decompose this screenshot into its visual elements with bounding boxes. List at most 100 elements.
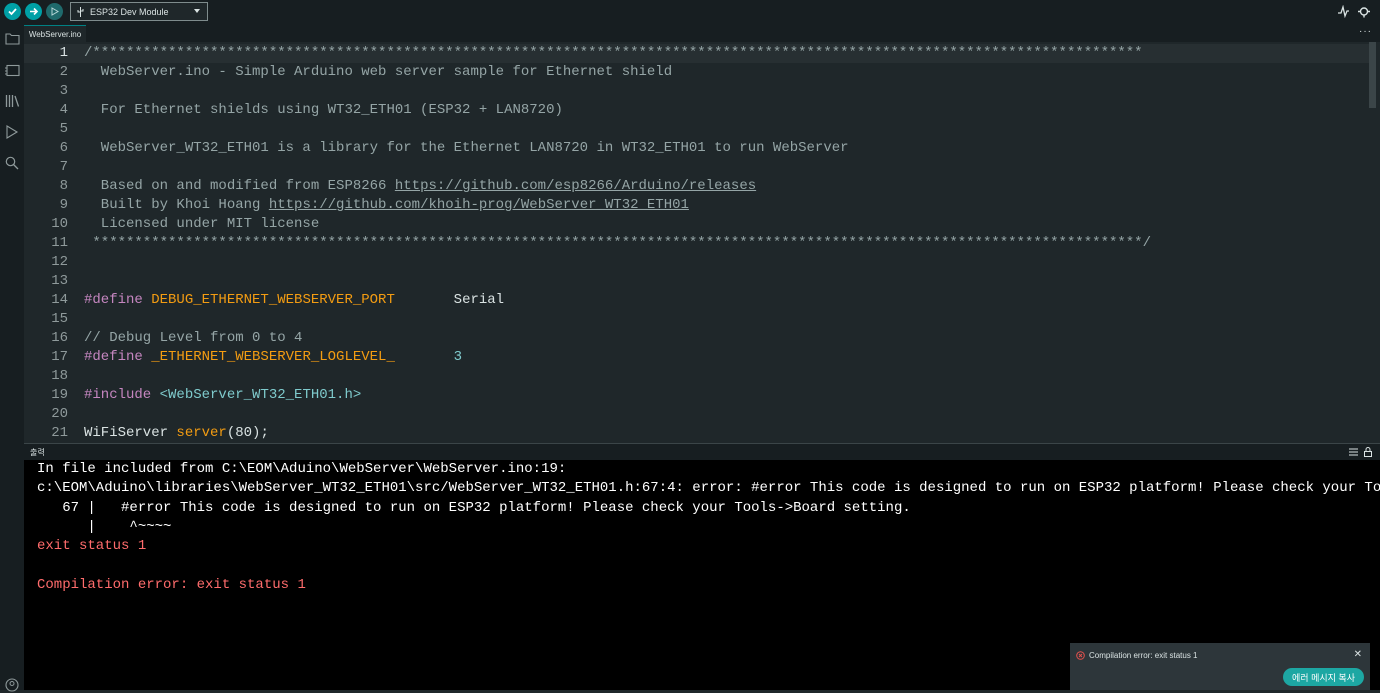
code-line[interactable]: 3 bbox=[24, 82, 1369, 101]
debug-sidebar-button[interactable] bbox=[4, 124, 20, 140]
code-text: Built by Khoi Hoang https://github.com/k… bbox=[84, 196, 689, 215]
line-number: 14 bbox=[51, 292, 68, 308]
sketchbook-button[interactable] bbox=[4, 30, 20, 46]
library-manager-button[interactable] bbox=[4, 93, 20, 109]
usb-icon bbox=[77, 6, 84, 17]
code-token: Licensed under MIT license bbox=[84, 216, 320, 232]
code-token: <WebServer_WT32_ETH01.h> bbox=[159, 387, 362, 403]
debug-button[interactable] bbox=[46, 3, 63, 20]
code-line[interactable]: 14 #define DEBUG_ETHERNET_WEBSERVER_PORT … bbox=[24, 291, 1369, 310]
code-line[interactable]: 21 WiFiServer server(80); bbox=[24, 424, 1369, 441]
upload-button[interactable] bbox=[25, 3, 42, 20]
code-line[interactable]: 10 Licensed under MIT license bbox=[24, 215, 1369, 234]
line-number: 12 bbox=[51, 254, 68, 270]
line-number: 16 bbox=[51, 330, 68, 346]
code-line[interactable]: 20 bbox=[24, 405, 1369, 424]
code-line[interactable]: 12 bbox=[24, 253, 1369, 272]
line-number: 4 bbox=[59, 102, 68, 118]
search-button[interactable] bbox=[4, 155, 20, 171]
code-line[interactable]: 9 Built by Khoi Hoang https://github.com… bbox=[24, 196, 1369, 215]
line-number: 18 bbox=[51, 368, 68, 384]
code-line[interactable]: 15 bbox=[24, 310, 1369, 329]
code-token: (80); bbox=[226, 425, 269, 441]
code-line[interactable]: 4 For Ethernet shields using WT32_ETH01 … bbox=[24, 101, 1369, 120]
line-number: 10 bbox=[51, 216, 68, 232]
serial-plotter-button[interactable] bbox=[1337, 5, 1350, 18]
line-number: 19 bbox=[51, 387, 68, 403]
code-line[interactable]: 8 Based on and modified from ESP8266 htt… bbox=[24, 177, 1369, 196]
code-line[interactable]: 7 bbox=[24, 158, 1369, 177]
line-number: 3 bbox=[59, 83, 68, 99]
code-line[interactable]: 6 WebServer_WT32_ETH01 is a library for … bbox=[24, 139, 1369, 158]
library-icon bbox=[5, 95, 19, 107]
code-text: #define DEBUG_ETHERNET_WEBSERVER_PORT Se… bbox=[84, 291, 504, 310]
code-text: #define _ETHERNET_WEBSERVER_LOGLEVEL_ 3 bbox=[84, 348, 462, 367]
code-token: ****************************************… bbox=[84, 235, 1151, 251]
code-text: // Debug Level from 0 to 4 bbox=[84, 329, 302, 348]
code-token: #include bbox=[84, 387, 160, 403]
code-token: Built by Khoi Hoang bbox=[84, 197, 269, 213]
board-selector[interactable]: ESP32 Dev Module bbox=[70, 2, 208, 21]
line-number: 9 bbox=[59, 197, 68, 213]
code-token: #define bbox=[84, 292, 152, 308]
code-text: #include <WebServer_WT32_ETH01.h> bbox=[84, 386, 361, 405]
line-number: 1 bbox=[59, 45, 68, 61]
close-icon[interactable]: ✕ bbox=[1354, 649, 1362, 660]
code-editor[interactable]: 1 /**************************************… bbox=[24, 42, 1380, 441]
plotter-icon bbox=[1338, 5, 1349, 18]
error-notification: Compilation error: exit status 1 ✕ 에러 메시… bbox=[1070, 643, 1370, 690]
board-name: ESP32 Dev Module bbox=[90, 6, 169, 17]
code-line[interactable]: 2 WebServer.ino - Simple Arduino web ser… bbox=[24, 63, 1369, 82]
code-line[interactable]: 18 bbox=[24, 367, 1369, 386]
code-text: Licensed under MIT license bbox=[84, 215, 319, 234]
line-number: 5 bbox=[59, 121, 68, 137]
code-line[interactable]: 19 #include <WebServer_WT32_ETH01.h> bbox=[24, 386, 1369, 405]
code-text: WiFiServer server(80); bbox=[84, 424, 269, 441]
code-text: WebServer.ino - Simple Arduino web serve… bbox=[84, 63, 672, 82]
scroll-lock-button[interactable] bbox=[1364, 447, 1372, 457]
line-number: 21 bbox=[51, 425, 68, 441]
code-token: /***************************************… bbox=[84, 45, 1143, 61]
code-line[interactable]: 11 *************************************… bbox=[24, 234, 1369, 253]
debug-icon bbox=[5, 125, 18, 139]
clear-output-button[interactable] bbox=[1349, 448, 1358, 456]
code-token[interactable]: https://github.com/khoih-prog/WebServer_… bbox=[269, 197, 689, 213]
verify-button[interactable] bbox=[4, 3, 21, 20]
line-number: 20 bbox=[51, 406, 68, 422]
code-token: server bbox=[176, 425, 227, 441]
account-button[interactable] bbox=[4, 677, 20, 693]
code-text: For Ethernet shields using WT32_ETH01 (E… bbox=[84, 101, 563, 120]
line-number: 6 bbox=[59, 140, 68, 156]
tab-bar: WebServer.ino ··· bbox=[24, 25, 1380, 42]
output-title: 출력 bbox=[30, 448, 45, 457]
line-number: 2 bbox=[59, 64, 68, 80]
line-number: 17 bbox=[51, 349, 68, 365]
code-text: ****************************************… bbox=[84, 234, 1151, 253]
code-token: DEBUG_ETHERNET_WEBSERVER_PORT bbox=[151, 292, 395, 308]
code-text: /***************************************… bbox=[84, 44, 1143, 63]
code-line[interactable]: 5 bbox=[24, 120, 1369, 139]
more-options-button[interactable]: ··· bbox=[1359, 26, 1372, 37]
editor-scrollbar[interactable] bbox=[1369, 42, 1376, 108]
search-icon bbox=[5, 156, 19, 170]
code-token: #define bbox=[84, 349, 152, 365]
line-number: 15 bbox=[51, 311, 68, 327]
boards-manager-button[interactable] bbox=[4, 62, 20, 78]
code-token: Based on and modified from ESP8266 bbox=[84, 178, 395, 194]
serial-monitor-button[interactable] bbox=[1357, 5, 1371, 18]
code-line[interactable]: 16 // Debug Level from 0 to 4 bbox=[24, 329, 1369, 348]
code-token: WebServer_WT32_ETH01 is a library for th… bbox=[84, 140, 849, 156]
line-number: 13 bbox=[51, 273, 68, 289]
code-token[interactable]: https://github.com/esp8266/Arduino/relea… bbox=[395, 178, 756, 194]
tab-webserver-ino[interactable]: WebServer.ino bbox=[24, 25, 86, 42]
line-number: 11 bbox=[51, 235, 68, 251]
code-line[interactable]: 13 bbox=[24, 272, 1369, 291]
code-text: WebServer_WT32_ETH01 is a library for th… bbox=[84, 139, 849, 158]
copy-error-button[interactable]: 에러 메시지 복사 bbox=[1283, 668, 1364, 686]
code-token: 3 bbox=[453, 349, 463, 365]
code-text: Based on and modified from ESP8266 https… bbox=[84, 177, 756, 196]
code-line[interactable]: 1 /**************************************… bbox=[24, 44, 1369, 63]
code-token: // Debug Level from 0 to 4 bbox=[84, 330, 303, 346]
check-icon bbox=[8, 8, 17, 16]
code-line[interactable]: 17 #define _ETHERNET_WEBSERVER_LOGLEVEL_ … bbox=[24, 348, 1369, 367]
